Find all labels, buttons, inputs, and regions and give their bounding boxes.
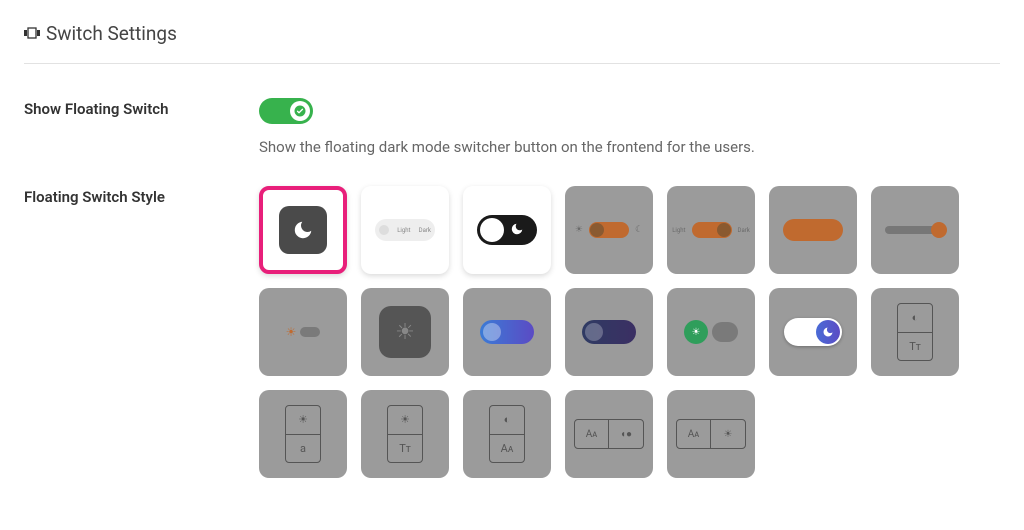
- stack-preview: ☀ Tᴛ: [387, 405, 423, 463]
- hpair-preview: Aᴀ ◖●: [574, 419, 644, 449]
- white-moon-preview: [784, 318, 842, 346]
- hpair-preview: Aᴀ ☀: [676, 419, 746, 449]
- style-option-19[interactable]: Aᴀ ☀: [667, 390, 755, 478]
- contrast-icon: ◐: [490, 406, 524, 435]
- check-icon: [294, 105, 306, 117]
- show-floating-description: Show the floating dark mode switcher but…: [259, 138, 1000, 156]
- text-size-icon: Tᴛ: [898, 333, 932, 361]
- letter-a-icon: a: [286, 435, 320, 463]
- style-option-3[interactable]: [463, 186, 551, 274]
- letter-aa-icon: Aᴀ: [575, 420, 609, 448]
- moon-icon: ☾: [635, 225, 643, 235]
- style-option-10[interactable]: [463, 288, 551, 376]
- sun-icon: ☀: [684, 320, 708, 344]
- style-option-14[interactable]: ◐ Tᴛ: [871, 288, 959, 376]
- style-option-13[interactable]: [769, 288, 857, 376]
- pill-light-label: Light: [397, 227, 410, 234]
- stack-preview: ☀ a: [285, 405, 321, 463]
- switch-settings-icon: [24, 25, 40, 43]
- stack-preview: ◐ Aᴀ: [489, 405, 525, 463]
- style-option-4[interactable]: ☀ ☾: [565, 186, 653, 274]
- style-option-1[interactable]: [259, 186, 347, 274]
- style-option-7[interactable]: [871, 186, 959, 274]
- text-size-icon: Tᴛ: [388, 435, 422, 463]
- orange-bar-preview: [783, 219, 843, 241]
- contrast-icon: ◐: [898, 304, 932, 333]
- moon-icon: [822, 326, 834, 338]
- orange-toggle-preview: [589, 222, 629, 238]
- style-option-9[interactable]: ☀: [361, 288, 449, 376]
- style-option-18[interactable]: Aᴀ ◖●: [565, 390, 653, 478]
- pill-dark-label: Dark: [419, 227, 431, 234]
- style-tiles: Light Dark ☀ ☾: [259, 186, 999, 478]
- letter-aa-icon: Aᴀ: [490, 435, 524, 463]
- style-option-5[interactable]: Light Dark: [667, 186, 755, 274]
- sun-icon: ☀: [286, 325, 297, 339]
- right-label: Dark: [738, 227, 750, 234]
- style-option-17[interactable]: ◐ Aᴀ: [463, 390, 551, 478]
- moon-icon: [510, 222, 524, 236]
- left-label: Light: [672, 227, 685, 234]
- style-option-16[interactable]: ☀ Tᴛ: [361, 390, 449, 478]
- stack-preview: ◐ Tᴛ: [897, 303, 933, 361]
- toggle-icon: ◖●: [609, 420, 643, 448]
- letter-aa-icon: Aᴀ: [677, 420, 711, 448]
- sun-icon: ☀: [711, 420, 745, 448]
- floating-style-label: Floating Switch Style: [24, 186, 259, 206]
- bw-toggle-preview: [477, 215, 537, 245]
- page-heading: Switch Settings: [24, 22, 1000, 64]
- style-option-12[interactable]: ☀: [667, 288, 755, 376]
- style-option-11[interactable]: [565, 288, 653, 376]
- sun-icon: ☀: [395, 320, 415, 345]
- page-title: Switch Settings: [46, 22, 177, 45]
- orange-labeled-preview: Light Dark: [672, 222, 750, 238]
- style-option-6[interactable]: [769, 186, 857, 274]
- blue-pill-preview: [480, 320, 534, 344]
- orange-slider-preview: [885, 226, 945, 234]
- sun-icon: ☀: [286, 406, 320, 435]
- show-floating-toggle[interactable]: [259, 98, 313, 124]
- sun-icon: ☀: [575, 225, 583, 235]
- sun-mini-preview: ☀: [286, 325, 321, 339]
- moon-icon: [292, 219, 314, 241]
- sun-icon: ☀: [388, 406, 422, 435]
- sun-square-preview: ☀: [379, 306, 431, 358]
- moon-square-preview: [279, 206, 327, 254]
- light-dark-pill-preview: Light Dark: [375, 219, 435, 241]
- style-option-8[interactable]: ☀: [259, 288, 347, 376]
- dark-pill-preview: [582, 320, 636, 344]
- style-option-15[interactable]: ☀ a: [259, 390, 347, 478]
- green-sun-preview: ☀: [684, 320, 738, 344]
- show-floating-label: Show Floating Switch: [24, 98, 259, 118]
- style-option-2[interactable]: Light Dark: [361, 186, 449, 274]
